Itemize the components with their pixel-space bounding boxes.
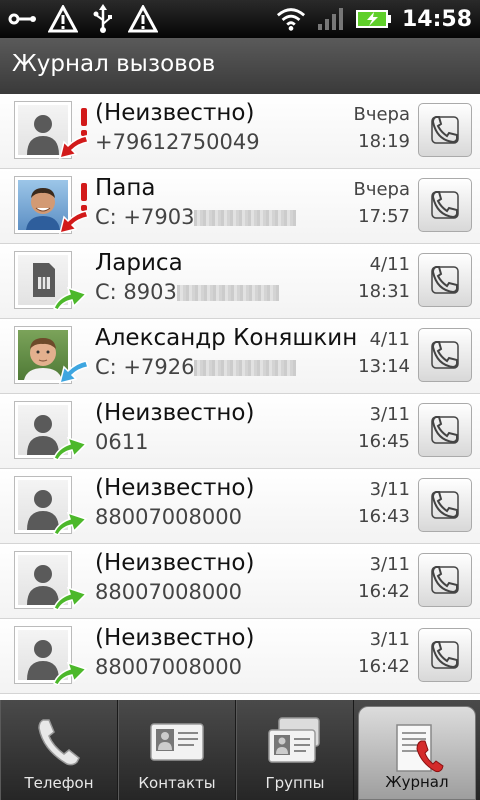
contact-name: (Неизвестно) bbox=[95, 550, 255, 576]
phone-number: С: 8903 bbox=[95, 280, 279, 304]
contact-name: Александр Коняшкин bbox=[95, 325, 358, 351]
call-time: 18:19 bbox=[358, 131, 410, 152]
status-bar: 14:58 bbox=[0, 0, 480, 38]
contact-name: (Неизвестно) bbox=[95, 625, 255, 651]
call-date: 4/11 bbox=[369, 329, 410, 350]
battery-charging-icon bbox=[355, 3, 392, 35]
usb-icon bbox=[88, 3, 118, 35]
wifi-icon bbox=[276, 3, 306, 35]
call-log-row[interactable]: Папа С: +7903 Вчера 17:57 bbox=[0, 169, 480, 244]
usb-debug-icon bbox=[8, 3, 38, 35]
call-back-button[interactable] bbox=[418, 403, 472, 457]
tab-contacts[interactable]: Контакты bbox=[118, 700, 236, 800]
call-date: 3/11 bbox=[369, 629, 410, 650]
call-log-row[interactable]: (Неизвестно) 0611 3/11 16:45 bbox=[0, 394, 480, 469]
tab-label: Контакты bbox=[138, 774, 216, 792]
warning-icon bbox=[128, 3, 158, 35]
missed-call-arrow-icon bbox=[50, 132, 90, 160]
call-date: 3/11 bbox=[369, 479, 410, 500]
hidden-number-blur bbox=[194, 210, 297, 226]
outgoing-call-arrow-icon bbox=[50, 282, 90, 312]
call-time: 16:45 bbox=[358, 431, 410, 452]
call-log-icon bbox=[387, 721, 447, 777]
missed-call-arrow-icon bbox=[50, 207, 90, 235]
call-date: 3/11 bbox=[369, 554, 410, 575]
phone-call-icon bbox=[431, 416, 459, 444]
call-time: 18:31 bbox=[358, 281, 410, 302]
phone-call-icon bbox=[431, 266, 459, 294]
tab-groups[interactable]: Группы bbox=[236, 700, 354, 800]
call-time: 13:14 bbox=[358, 356, 410, 377]
contact-name: Папа bbox=[95, 175, 156, 201]
call-back-button[interactable] bbox=[418, 178, 472, 232]
call-date: 3/11 bbox=[369, 404, 410, 425]
signal-icon bbox=[316, 3, 346, 35]
bottom-tab-bar: Телефон Контакты Группы Журнал bbox=[0, 700, 480, 800]
call-date: 4/11 bbox=[369, 254, 410, 275]
call-back-button[interactable] bbox=[418, 478, 472, 532]
call-time: 16:42 bbox=[358, 656, 410, 677]
call-log-row[interactable]: (Неизвестно) 88007008000 3/11 16:42 bbox=[0, 544, 480, 619]
outgoing-call-arrow-icon bbox=[50, 507, 90, 537]
phone-number: С: +7903 bbox=[95, 205, 297, 229]
call-date: Вчера bbox=[353, 179, 410, 200]
phone-call-icon bbox=[431, 491, 459, 519]
incoming-call-arrow-icon bbox=[50, 357, 90, 385]
call-log-row[interactable]: (Неизвестно) 88007008000 3/11 16:42 bbox=[0, 619, 480, 694]
warning-icon bbox=[48, 3, 78, 35]
contact-card-icon bbox=[147, 714, 207, 770]
phone-number: +79612750049 bbox=[95, 130, 260, 154]
phone-number: С: +7926 bbox=[95, 355, 297, 379]
call-log-row[interactable]: Лариса С: 8903 4/11 18:31 bbox=[0, 244, 480, 319]
contact-name: (Неизвестно) bbox=[95, 475, 255, 501]
call-time: 17:57 bbox=[358, 206, 410, 227]
outgoing-call-arrow-icon bbox=[50, 582, 90, 612]
phone-number: 0611 bbox=[95, 430, 149, 454]
call-back-button[interactable] bbox=[418, 103, 472, 157]
call-log-row[interactable]: (Неизвестно) 88007008000 3/11 16:43 bbox=[0, 469, 480, 544]
tab-call-log[interactable]: Журнал bbox=[358, 706, 476, 800]
tab-label: Телефон bbox=[24, 774, 94, 792]
tab-label: Группы bbox=[265, 774, 325, 792]
clock: 14:58 bbox=[401, 6, 472, 32]
phone-call-icon bbox=[431, 641, 459, 669]
phone-call-icon bbox=[431, 566, 459, 594]
contact-name: Лариса bbox=[95, 250, 183, 276]
phone-number: 88007008000 bbox=[95, 580, 242, 604]
call-log-row[interactable]: Александр Коняшкин С: +7926 4/11 13:14 bbox=[0, 319, 480, 394]
outgoing-call-arrow-icon bbox=[50, 657, 90, 687]
group-cards-icon bbox=[265, 714, 325, 770]
call-log-row[interactable]: (Неизвестно) +79612750049 Вчера 18:19 bbox=[0, 94, 480, 169]
call-time: 16:42 bbox=[358, 581, 410, 602]
call-log-list[interactable]: (Неизвестно) +79612750049 Вчера 18:19 Па… bbox=[0, 94, 480, 700]
phone-handset-icon bbox=[29, 714, 89, 770]
tab-label: Журнал bbox=[385, 773, 449, 791]
title-bar: Журнал вызовов bbox=[0, 38, 480, 95]
phone-call-icon bbox=[431, 341, 459, 369]
hidden-number-blur bbox=[176, 285, 279, 301]
call-back-button[interactable] bbox=[418, 628, 472, 682]
hidden-number-blur bbox=[194, 360, 297, 376]
contact-name: (Неизвестно) bbox=[95, 400, 255, 426]
phone-number: 88007008000 bbox=[95, 655, 242, 679]
call-back-button[interactable] bbox=[418, 553, 472, 607]
phone-call-icon bbox=[431, 191, 459, 219]
page-title: Журнал вызовов bbox=[12, 51, 216, 77]
call-back-button[interactable] bbox=[418, 328, 472, 382]
call-date: Вчера bbox=[353, 104, 410, 125]
call-time: 16:43 bbox=[358, 506, 410, 527]
contact-name: (Неизвестно) bbox=[95, 100, 255, 126]
call-back-button[interactable] bbox=[418, 253, 472, 307]
tab-phone[interactable]: Телефон bbox=[0, 700, 118, 800]
outgoing-call-arrow-icon bbox=[50, 432, 90, 462]
phone-call-icon bbox=[431, 116, 459, 144]
phone-number: 88007008000 bbox=[95, 505, 242, 529]
